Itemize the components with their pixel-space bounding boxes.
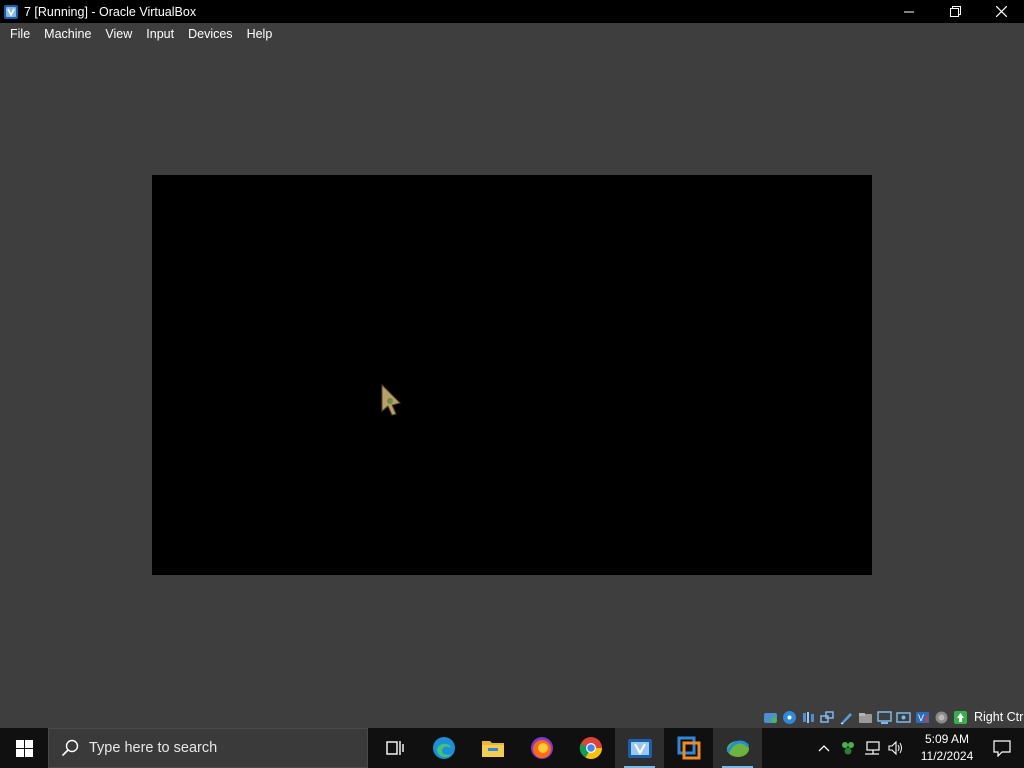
volume-button[interactable] (884, 728, 908, 768)
notification-icon (993, 739, 1011, 757)
menu-file[interactable]: File (3, 24, 37, 44)
search-placeholder: Type here to search (89, 740, 218, 756)
vm-status-bar: V Right Ctrl (762, 707, 1024, 727)
vmware-icon (677, 736, 700, 760)
tray-app-icon[interactable] (836, 728, 860, 768)
task-view-button[interactable] (370, 728, 419, 768)
audio-icon[interactable] (800, 709, 817, 726)
task-view-icon (385, 741, 404, 755)
notifications-button[interactable] (980, 728, 1024, 768)
system-tray: 5:09 AM 11/2/2024 (812, 728, 1024, 768)
edge-icon (432, 737, 455, 759)
shared-folders-icon[interactable] (857, 709, 874, 726)
edge-button[interactable] (419, 728, 468, 768)
show-hidden-icons-button[interactable] (812, 728, 836, 768)
usb-icon[interactable] (838, 709, 855, 726)
minimize-icon (904, 11, 914, 12)
clock[interactable]: 5:09 AM 11/2/2024 (914, 731, 980, 765)
window-title: 7 [Running] - Oracle VirtualBox (24, 4, 197, 19)
optical-disk-icon[interactable] (781, 709, 798, 726)
recording-icon[interactable] (895, 709, 912, 726)
clock-date: 11/2/2024 (920, 749, 974, 763)
volume-icon (888, 741, 902, 755)
menu-view[interactable]: View (98, 24, 139, 44)
guest-display[interactable] (152, 175, 872, 575)
virtualbox-vm-button[interactable] (713, 728, 762, 768)
mouse-integration-icon[interactable] (933, 709, 950, 726)
network-icon[interactable] (819, 709, 836, 726)
file-explorer-button[interactable] (468, 728, 517, 768)
clock-time: 5:09 AM (924, 732, 970, 746)
minimize-button[interactable] (886, 0, 932, 23)
firefox-icon (530, 737, 553, 759)
hard-disk-icon[interactable] (762, 709, 779, 726)
virtualbox-icon (4, 4, 18, 19)
display-icon[interactable] (876, 709, 893, 726)
vmware-button[interactable] (664, 728, 713, 768)
host-key-label: Right Ctrl (974, 710, 1024, 724)
windows-taskbar: Type here to search 5:09 AM 11/2/2024 (0, 728, 1024, 768)
menu-bar: File Machine View Input Devices Help (0, 23, 1024, 45)
cpu-icon[interactable]: V (914, 709, 931, 726)
close-button[interactable] (978, 0, 1024, 23)
mouse-pointer-icon (381, 384, 401, 416)
close-icon (995, 6, 1007, 17)
network-tray-icon (865, 741, 880, 755)
windows-logo-icon (15, 739, 33, 757)
firefox-button[interactable] (517, 728, 566, 768)
virtualbox-manager-button[interactable] (615, 728, 664, 768)
people-icon (842, 742, 854, 755)
chrome-icon (579, 737, 602, 759)
window-titlebar[interactable]: 7 [Running] - Oracle VirtualBox (0, 0, 1024, 23)
menu-help[interactable]: Help (240, 24, 280, 44)
restore-button[interactable] (932, 0, 978, 23)
virtualbox-manager-icon (627, 739, 652, 758)
virtualbox-vm-icon (726, 740, 749, 757)
search-box[interactable]: Type here to search (48, 728, 368, 768)
menu-machine[interactable]: Machine (37, 24, 98, 44)
network-tray-button[interactable] (860, 728, 884, 768)
menu-devices[interactable]: Devices (181, 24, 239, 44)
keyboard-icon[interactable] (952, 709, 969, 726)
chevron-up-icon (818, 745, 830, 752)
menu-input[interactable]: Input (139, 24, 181, 44)
start-button[interactable] (0, 728, 48, 768)
file-explorer-icon (481, 741, 504, 757)
chrome-button[interactable] (566, 728, 615, 768)
restore-icon (949, 6, 961, 17)
svg-text:V: V (918, 713, 924, 723)
search-icon (61, 739, 79, 757)
